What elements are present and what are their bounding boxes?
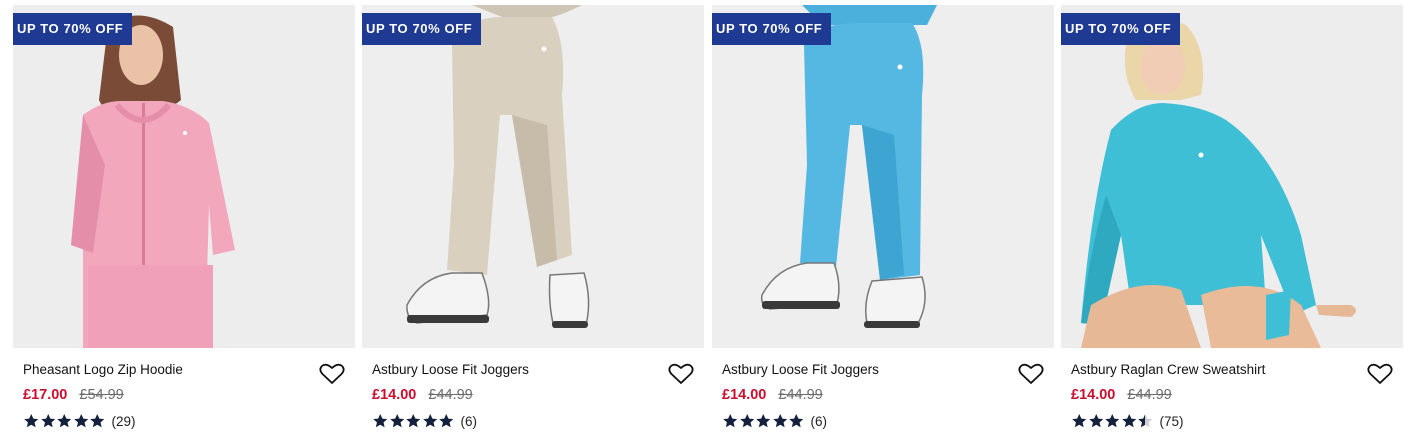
rating-row[interactable]: (29) <box>23 412 355 430</box>
price-row: £14.00 £44.99 <box>1071 386 1403 404</box>
star-rating <box>722 413 805 429</box>
star-full-icon <box>1072 414 1087 428</box>
sale-price: £14.00 <box>722 387 767 403</box>
product-name[interactable]: Astbury Raglan Crew Sweatshirt <box>1071 362 1403 378</box>
product-name[interactable]: Astbury Loose Fit Joggers <box>372 362 704 378</box>
sale-price: £14.00 <box>372 387 417 403</box>
star-full-icon <box>389 414 404 428</box>
star-full-icon <box>723 414 738 428</box>
star-full-icon <box>739 414 754 428</box>
product-image[interactable]: UP TO 70% OFF <box>13 5 355 348</box>
heart-icon[interactable] <box>1018 362 1044 386</box>
original-price: £44.99 <box>778 387 823 403</box>
product-name[interactable]: Pheasant Logo Zip Hoodie <box>23 362 355 378</box>
star-full-icon <box>1105 414 1120 428</box>
star-full-icon <box>373 414 388 428</box>
product-image[interactable]: UP TO 70% OFF <box>1061 5 1403 348</box>
star-full-icon <box>406 414 421 428</box>
rating-row[interactable]: (6) <box>722 412 1054 430</box>
hoodie-photo <box>13 5 355 348</box>
original-price: £44.99 <box>428 387 473 403</box>
original-price: £54.99 <box>79 387 124 403</box>
product-card[interactable]: UP TO 70% OFF Astbury Loose Fit Joggers … <box>362 5 704 435</box>
sweatshirt-photo <box>1061 5 1403 348</box>
star-full-icon <box>1088 414 1103 428</box>
star-full-icon <box>789 414 804 428</box>
star-full-icon <box>40 414 55 428</box>
product-image[interactable]: UP TO 70% OFF <box>712 5 1054 348</box>
star-rating <box>1071 413 1154 429</box>
product-info: Astbury Loose Fit Joggers £14.00 £44.99 … <box>362 348 704 430</box>
sale-price: £14.00 <box>1071 387 1116 403</box>
heart-icon[interactable] <box>668 362 694 386</box>
star-full-icon <box>756 414 771 428</box>
sale-price: £17.00 <box>23 387 68 403</box>
heart-icon[interactable] <box>1367 362 1393 386</box>
product-image[interactable]: UP TO 70% OFF <box>362 5 704 348</box>
price-row: £14.00 £44.99 <box>372 386 704 404</box>
star-full-icon <box>24 414 39 428</box>
star-half-icon <box>1138 414 1153 428</box>
star-full-icon <box>90 414 105 428</box>
discount-badge: UP TO 70% OFF <box>1061 13 1181 45</box>
review-count: (75) <box>1159 413 1184 429</box>
price-row: £14.00 £44.99 <box>722 386 1054 404</box>
review-count: (6) <box>460 413 478 429</box>
star-rating <box>372 413 455 429</box>
product-name[interactable]: Astbury Loose Fit Joggers <box>722 362 1054 378</box>
discount-badge: UP TO 70% OFF <box>362 13 482 45</box>
product-grid: UP TO 70% OFF Pheasant Logo Zip Hoodie £… <box>0 0 1416 438</box>
product-card[interactable]: UP TO 70% OFF Astbury Raglan Crew Sweats… <box>1061 5 1403 435</box>
original-price: £44.99 <box>1127 387 1172 403</box>
discount-badge: UP TO 70% OFF <box>13 13 133 45</box>
product-card[interactable]: UP TO 70% OFF Astbury Loose Fit Joggers … <box>712 5 1054 435</box>
blue-joggers-photo <box>712 5 1054 348</box>
star-full-icon <box>57 414 72 428</box>
beige-joggers-photo <box>362 5 704 348</box>
review-count: (6) <box>810 413 828 429</box>
heart-icon[interactable] <box>319 362 345 386</box>
star-rating <box>23 413 106 429</box>
rating-row[interactable]: (6) <box>372 412 704 430</box>
star-full-icon <box>73 414 88 428</box>
star-full-icon <box>1121 414 1136 428</box>
product-info: Astbury Loose Fit Joggers £14.00 £44.99 … <box>712 348 1054 430</box>
product-info: Astbury Raglan Crew Sweatshirt £14.00 £4… <box>1061 348 1403 430</box>
product-card[interactable]: UP TO 70% OFF Pheasant Logo Zip Hoodie £… <box>13 5 355 435</box>
star-full-icon <box>422 414 437 428</box>
discount-badge: UP TO 70% OFF <box>712 13 832 45</box>
star-full-icon <box>772 414 787 428</box>
review-count: (29) <box>111 413 136 429</box>
rating-row[interactable]: (75) <box>1071 412 1403 430</box>
star-full-icon <box>439 414 454 428</box>
product-info: Pheasant Logo Zip Hoodie £17.00 £54.99 (… <box>13 348 355 430</box>
price-row: £17.00 £54.99 <box>23 386 355 404</box>
